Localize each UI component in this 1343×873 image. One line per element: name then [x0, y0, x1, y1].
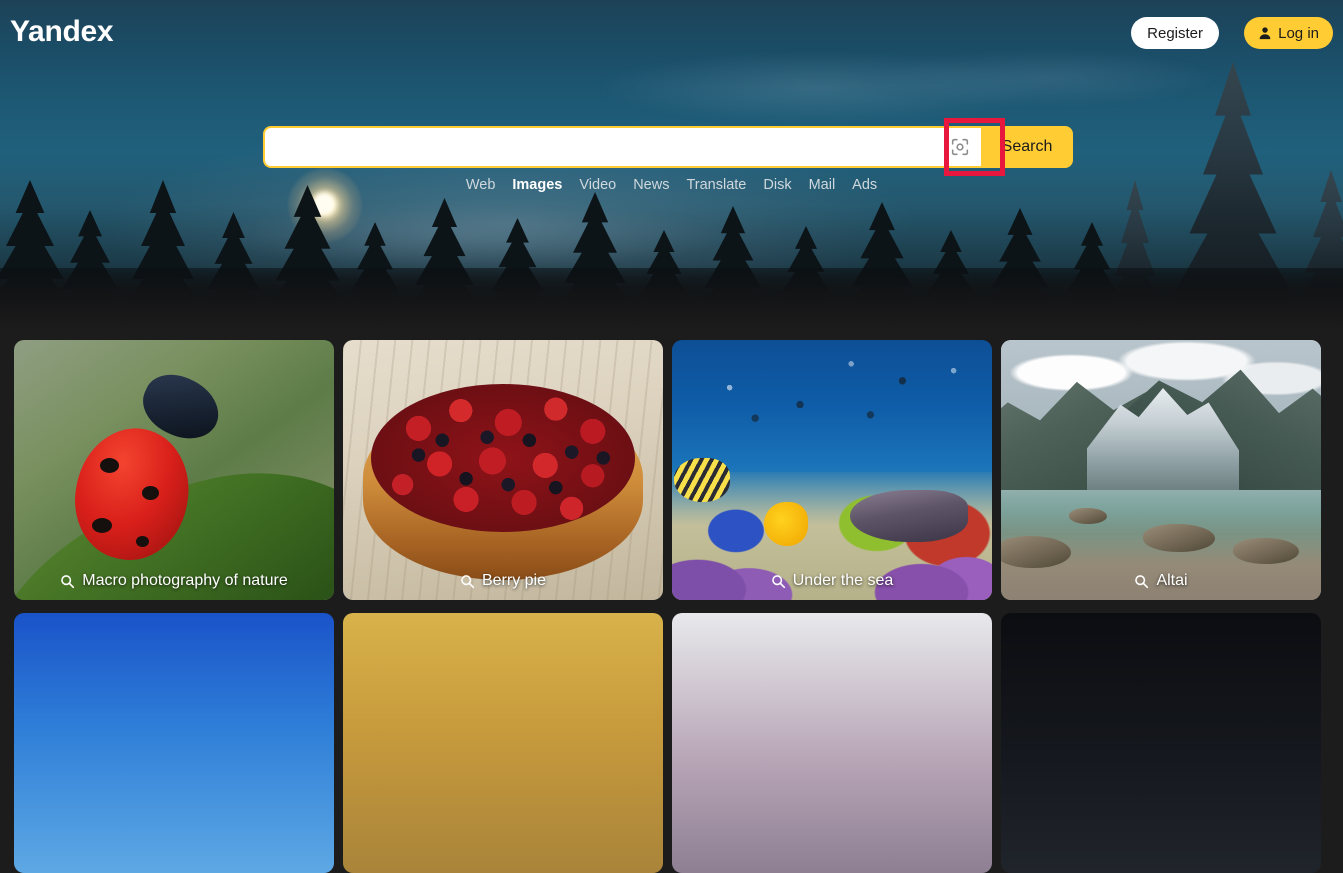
gallery-card-row2-autumn[interactable] — [343, 613, 663, 873]
search-input[interactable] — [265, 128, 939, 166]
card-caption: Berry pie — [343, 572, 663, 590]
search-bar: Search — [263, 126, 1073, 168]
gallery-card-altai[interactable]: Altai — [1001, 340, 1321, 600]
card-caption-text: Altai — [1156, 572, 1188, 589]
visual-search-camera-icon — [951, 138, 969, 156]
nav-item-translate[interactable]: Translate — [686, 176, 746, 194]
search-icon — [461, 574, 475, 588]
visual-search-camera-button[interactable] — [939, 128, 981, 166]
nav-item-mail[interactable]: Mail — [809, 176, 836, 194]
search-icon — [1135, 574, 1149, 588]
card-caption-text: Berry pie — [481, 572, 547, 589]
image-gallery: Macro photography of nature Berry pie Un… — [14, 340, 1334, 873]
gallery-card-macro-photography[interactable]: Macro photography of nature — [14, 340, 334, 600]
nav-item-web[interactable]: Web — [466, 176, 496, 194]
card-caption: Macro photography of nature — [14, 572, 334, 590]
nav-item-ads[interactable]: Ads — [852, 176, 877, 194]
card-caption: Altai — [1001, 572, 1321, 590]
hero-bottom-fade — [0, 270, 1343, 330]
card-caption: Under the sea — [672, 572, 992, 590]
search-field — [263, 126, 981, 168]
card-caption-text: Under the sea — [792, 572, 894, 589]
search-icon — [61, 574, 75, 588]
gallery-card-berry-pie[interactable]: Berry pie — [343, 340, 663, 600]
user-icon — [1259, 27, 1271, 40]
hero-banner: Yandex Register Log in Search Web Images… — [0, 0, 1343, 330]
service-nav: Web Images Video News Translate Disk Mai… — [0, 176, 1343, 194]
gallery-card-row2-space[interactable] — [14, 613, 334, 873]
card-image — [1001, 340, 1321, 600]
gallery-card-row2-night[interactable] — [1001, 613, 1321, 873]
search-icon — [771, 574, 785, 588]
gallery-card-row2-architecture[interactable] — [672, 613, 992, 873]
register-button[interactable]: Register — [1131, 17, 1219, 49]
yandex-logo[interactable]: Yandex — [10, 17, 114, 47]
search-button[interactable]: Search — [981, 126, 1073, 168]
card-image — [343, 340, 663, 600]
nav-item-news[interactable]: News — [633, 176, 669, 194]
card-caption-text: Macro photography of nature — [82, 572, 288, 589]
card-image — [672, 340, 992, 600]
login-label: Log in — [1278, 24, 1319, 42]
card-image — [14, 340, 334, 600]
top-bar: Yandex Register Log in — [0, 0, 1343, 64]
login-button[interactable]: Log in — [1244, 17, 1333, 49]
nav-item-video[interactable]: Video — [579, 176, 616, 194]
nav-item-images[interactable]: Images — [512, 176, 562, 194]
nav-item-disk[interactable]: Disk — [763, 176, 791, 194]
gallery-card-under-the-sea[interactable]: Under the sea — [672, 340, 992, 600]
